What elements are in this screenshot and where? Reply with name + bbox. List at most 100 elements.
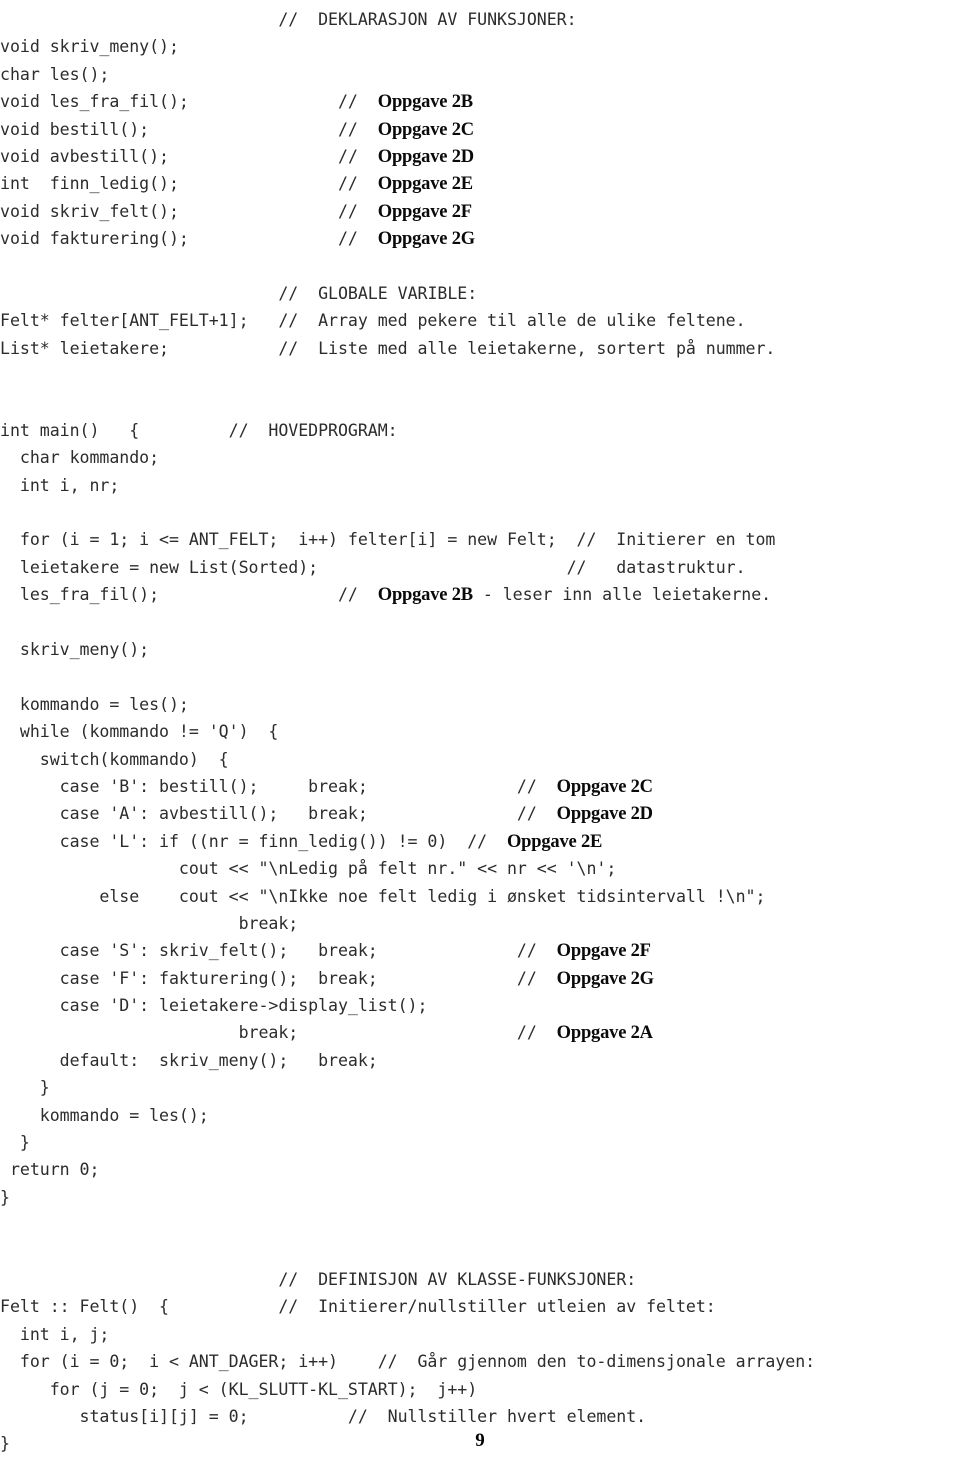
comment-gutter-spacer — [368, 777, 517, 796]
code-line: case 'F': fakturering(); break; // Oppga… — [0, 965, 960, 992]
code-text: // GLOBALE VARIBLE: — [278, 283, 478, 303]
code-text: void les_fra_fil(); — [0, 92, 189, 112]
code-line: switch(kommando) { — [0, 746, 960, 773]
code-text: kommando = les(); — [0, 1105, 209, 1125]
code-text: cout << "\nLedig på felt nr." << nr << '… — [0, 859, 617, 879]
code-line: case 'L': if ((nr = finn_ledig()) != 0) … — [0, 828, 960, 855]
code-line: } — [0, 1129, 960, 1156]
oppgave-annotation: Oppgave 2B — [377, 585, 473, 606]
code-text: for (i = 1; i <= ANT_FELT; i++) felter[i… — [0, 530, 776, 550]
oppgave-annotation: Oppgave 2E — [506, 831, 603, 852]
comment-gutter-spacer — [169, 147, 338, 166]
code-line: for (i = 1; i <= ANT_FELT; i++) felter[i… — [0, 526, 960, 553]
code-text: switch(kommando) { — [0, 749, 229, 769]
code-line: } — [0, 1184, 960, 1211]
oppgave-annotation: Oppgave 2C — [377, 119, 474, 140]
comment-gutter-spacer — [368, 804, 517, 823]
code-text: // DEKLARASJON AV FUNKSJONER: — [278, 10, 577, 29]
oppgave-annotation: Oppgave 2B — [377, 92, 473, 113]
comment-marker: // — [516, 968, 557, 988]
code-text: void skriv_meny(); — [0, 37, 179, 57]
comment-gutter-spacer — [457, 832, 467, 851]
code-text: } — [0, 1133, 30, 1153]
code-line: int i, nr; — [0, 472, 960, 499]
code-line: int finn_ledig(); // Oppgave 2E — [0, 170, 960, 197]
code-text: int i, j; — [0, 1324, 110, 1344]
oppgave-annotation: Oppgave 2C — [556, 776, 653, 797]
code-line: char les(); — [0, 61, 960, 88]
code-text: status[i][j] = 0; // Nullstiller hvert e… — [0, 1406, 647, 1426]
code-line: void les_fra_fil(); // Oppgave 2B — [0, 88, 960, 115]
comment-marker: // — [516, 1023, 557, 1043]
comment-marker: // — [516, 941, 557, 961]
code-text: int main() { // HOVEDPROGRAM: — [0, 420, 398, 440]
oppgave-annotation: Oppgave 2A — [556, 1023, 653, 1044]
code-text: } — [0, 1187, 10, 1207]
code-text: } — [0, 1078, 50, 1098]
code-text: Felt :: Felt() { // Initierer/nullstille… — [0, 1297, 716, 1317]
code-text: List* leietakere; // Liste med alle leie… — [0, 338, 776, 358]
code-line: break; — [0, 910, 960, 937]
code-line: kommando = les(); — [0, 1102, 960, 1129]
comment-gutter-spacer — [298, 1023, 517, 1042]
code-line: for (i = 0; i < ANT_DAGER; i++) // Går g… — [0, 1348, 960, 1375]
code-line: // GLOBALE VARIBLE: — [0, 280, 960, 307]
code-listing: // DEKLARASJON AV FUNKSJONER: void skriv_… — [0, 0, 960, 1472]
code-text: break; — [0, 1023, 299, 1043]
comment-gutter-spacer — [179, 202, 338, 221]
code-text: default: skriv_meny(); break; — [0, 1050, 378, 1070]
code-line: void skriv_felt(); // Oppgave 2F — [0, 198, 960, 225]
comment-marker: // — [338, 146, 378, 166]
code-text: case 'L': if ((nr = finn_ledig()) != 0) — [0, 831, 458, 851]
code-line: void fakturering(); // Oppgave 2G — [0, 225, 960, 252]
comment-marker: // — [337, 229, 378, 249]
code-line: Felt* felter[ANT_FELT+1]; // Array med p… — [0, 307, 960, 334]
code-text: void skriv_felt(); — [0, 201, 179, 221]
code-line: kommando = les(); — [0, 691, 960, 718]
page-number: 9 — [475, 1430, 485, 1451]
comment-gutter-spacer — [189, 229, 338, 248]
code-line: else cout << "\nIkke noe felt ledig i øn… — [0, 883, 960, 910]
code-text: case 'D': leietakere->display_list(); — [0, 996, 428, 1016]
code-text: // DEFINISJON AV KLASSE-FUNKSJONER: — [278, 1269, 637, 1289]
code-text: for (i = 0; i < ANT_DAGER; i++) // Går g… — [0, 1352, 816, 1372]
code-line: void skriv_meny(); — [0, 33, 960, 60]
code-line: } — [0, 1074, 960, 1101]
code-line: while (kommando != 'Q') { — [0, 718, 960, 745]
code-text: int finn_ledig(); — [0, 174, 179, 194]
code-text: break; — [0, 913, 299, 933]
code-text: while (kommando != 'Q') { — [0, 722, 279, 742]
oppgave-annotation: Oppgave 2G — [377, 229, 475, 250]
comment-gutter-spacer — [159, 585, 338, 604]
code-line: break; // Oppgave 2A — [0, 1019, 960, 1046]
code-text: case 'F': fakturering(); break; — [0, 968, 378, 988]
code-text: else cout << "\nIkke noe felt ledig i øn… — [0, 886, 766, 906]
comment-marker: // — [337, 174, 378, 194]
code-line: les_fra_fil(); // Oppgave 2B - leser inn… — [0, 581, 960, 608]
code-line: // DEKLARASJON AV FUNKSJONER: — [0, 6, 960, 33]
comment-gutter-spacer — [378, 941, 517, 960]
comment-marker: // — [337, 201, 378, 221]
code-line: leietakere = new List(Sorted); // datast… — [0, 554, 960, 581]
code-line: void bestill(); // Oppgave 2C — [0, 116, 960, 143]
code-line: return 0; — [0, 1156, 960, 1183]
code-line: status[i][j] = 0; // Nullstiller hvert e… — [0, 1403, 960, 1430]
comment-gutter-spacer — [179, 174, 338, 193]
code-line: char kommando; — [0, 444, 960, 471]
comment-marker: // — [337, 119, 378, 139]
code-text: case 'A': avbestill(); break; — [0, 804, 368, 824]
oppgave-annotation: Oppgave 2G — [556, 968, 654, 989]
comment-trailing-text: - leser inn alle leietakerne. — [472, 585, 772, 605]
code-text: int i, nr; — [0, 475, 120, 495]
code-line: case 'B': bestill(); break; // Oppgave 2… — [0, 773, 960, 800]
comment-marker: // — [337, 92, 378, 112]
comment-marker: // — [467, 831, 507, 851]
code-line: cout << "\nLedig på felt nr." << nr << '… — [0, 855, 960, 882]
